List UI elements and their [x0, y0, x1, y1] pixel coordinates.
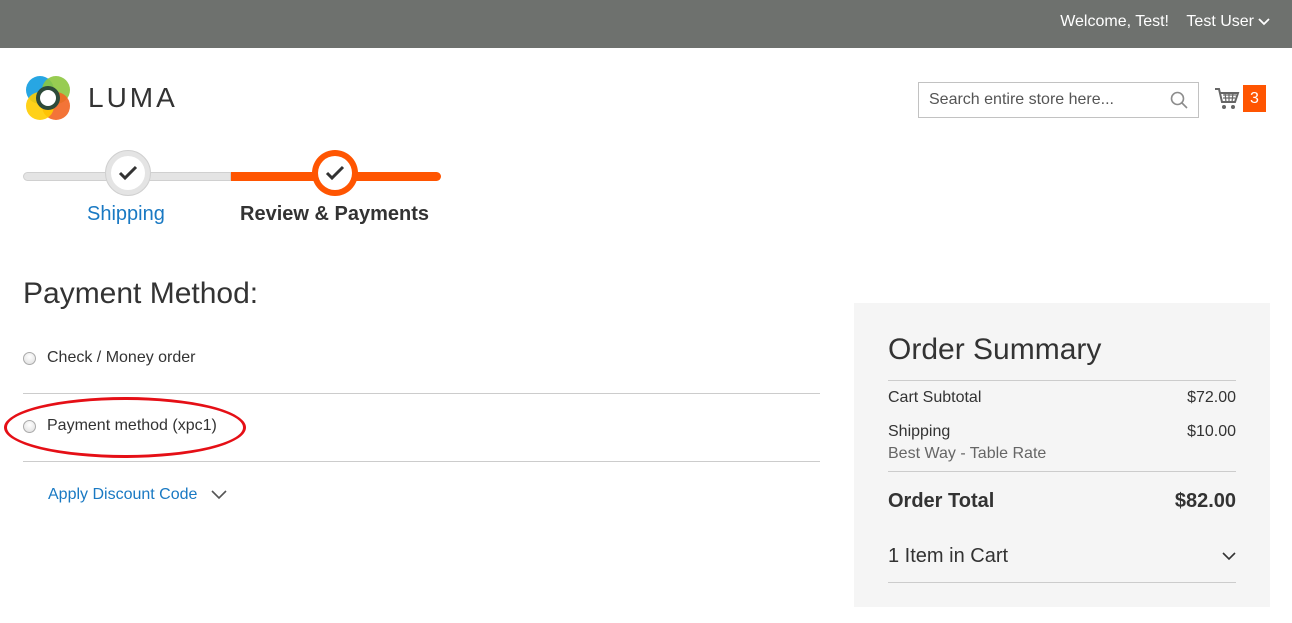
checkout-progress-bar: Shipping Review & Payments: [23, 150, 443, 230]
cart-subtotal-label: Cart Subtotal: [888, 389, 982, 406]
checkmark-icon: [118, 165, 138, 181]
divider: [23, 393, 820, 394]
customer-menu-toggle[interactable]: Test User: [1186, 13, 1270, 31]
step-shipping-link[interactable]: Shipping: [87, 203, 165, 226]
payment-option-checkmo[interactable]: Check / Money order: [23, 349, 820, 367]
order-total-value: $82.00: [1174, 490, 1236, 512]
shipping-row: Shipping $10.00: [888, 423, 1236, 441]
items-in-cart-toggle[interactable]: 1 Item in Cart: [888, 545, 1236, 568]
chevron-down-icon: [211, 490, 227, 500]
customer-name: Test User: [1186, 13, 1254, 30]
divider: [888, 582, 1236, 583]
step-shipping-marker[interactable]: [105, 150, 151, 196]
chevron-down-icon: [1258, 18, 1270, 26]
order-summary-title: Order Summary: [888, 333, 1102, 366]
welcome-message: Welcome, Test!: [1060, 13, 1169, 30]
items-in-cart-label: 1 Item in Cart: [888, 545, 1009, 567]
cart-count-badge: 3: [1243, 85, 1266, 112]
logo-text: LUMA: [88, 82, 178, 113]
payment-radio-xpc1[interactable]: [23, 419, 36, 433]
divider: [23, 461, 820, 462]
shipping-method-text: Best Way - Table Rate: [888, 445, 1047, 462]
search-input[interactable]: [919, 83, 1159, 117]
payment-radio-checkmo[interactable]: [23, 351, 36, 365]
store-logo[interactable]: LUMA: [23, 73, 178, 123]
order-summary-panel: Order Summary Cart Subtotal $72.00 Shipp…: [854, 303, 1270, 607]
cart-subtotal-value: $72.00: [1187, 389, 1236, 406]
payment-method-title: Payment Method:: [23, 277, 259, 310]
payment-option-label: Check / Money order: [47, 349, 196, 366]
cart-subtotal-row: Cart Subtotal $72.00: [888, 389, 1236, 407]
shipping-value: $10.00: [1187, 423, 1236, 440]
payment-option-xpc1[interactable]: Payment method (xpc1): [23, 417, 820, 435]
chevron-down-icon: [1222, 552, 1236, 561]
minicart-button[interactable]: 3: [1214, 85, 1266, 112]
step-review-label: Review & Payments: [240, 203, 429, 225]
top-panel: Welcome, Test! Test User: [0, 0, 1292, 48]
search-icon[interactable]: [1170, 91, 1188, 109]
checkmark-icon: [325, 165, 345, 181]
order-total-row: Order Total $82.00: [888, 490, 1236, 513]
step-review-marker: [312, 150, 358, 196]
shipping-label: Shipping: [888, 423, 951, 440]
divider: [888, 380, 1236, 381]
order-total-label: Order Total: [888, 490, 995, 512]
luma-logo-icon: [26, 76, 70, 120]
payment-option-label: Payment method (xpc1): [47, 417, 217, 434]
discount-code-toggle[interactable]: Apply Discount Code: [48, 486, 227, 504]
cart-icon: [1215, 87, 1240, 109]
search-box: [918, 82, 1199, 118]
divider: [888, 471, 1236, 472]
discount-code-label: Apply Discount Code: [48, 486, 198, 503]
